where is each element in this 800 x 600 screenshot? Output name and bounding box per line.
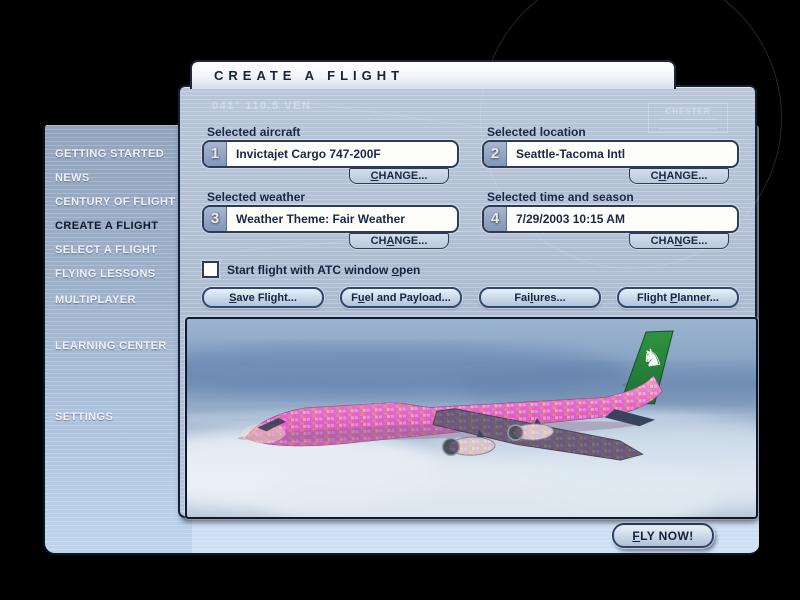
time-season-change-button[interactable]: CHANGE...	[629, 233, 729, 249]
content-panel: 041° 110.5 VEN CHESTER Selected aircraft…	[178, 0, 782, 519]
chart-texture-vor-label: 041° 110.5 VEN	[212, 100, 312, 112]
sidebar-item-multiplayer[interactable]: MULTIPLAYER	[55, 294, 136, 306]
sidebar-item-settings[interactable]: SETTINGS	[55, 411, 113, 423]
failures-button[interactable]: Failures...	[479, 287, 601, 308]
sidebar-item-news[interactable]: NEWS	[55, 172, 90, 184]
aircraft-field: 1 Invictajet Cargo 747-200F	[202, 140, 459, 168]
time-season-label: Selected time and season	[487, 190, 634, 204]
sidebar-item-getting-started[interactable]: GETTING STARTED	[55, 148, 164, 160]
flight-planner-button[interactable]: Flight Planner...	[617, 287, 739, 308]
aircraft-preview-image: ♞	[187, 319, 756, 517]
sidebar-item-create-a-flight[interactable]: CREATE A FLIGHT	[55, 220, 158, 232]
location-field: 2 Seattle-Tacoma Intl	[482, 140, 739, 168]
location-label: Selected location	[487, 125, 586, 139]
sidebar-item-select-a-flight[interactable]: SELECT A FLIGHT	[55, 244, 157, 256]
save-flight-button[interactable]: Save Flight...	[202, 287, 324, 308]
step-4-badge: 4	[484, 207, 507, 231]
step-1-badge: 1	[204, 142, 227, 166]
time-season-field: 4 7/29/2003 10:15 AM	[482, 205, 739, 233]
location-value: Seattle-Tacoma Intl	[516, 147, 626, 161]
fuel-and-payload-button[interactable]: Fuel and Payload...	[340, 287, 462, 308]
svg-text:♞: ♞	[640, 342, 665, 373]
sidebar: GETTING STARTED NEWS CENTURY OF FLIGHT C…	[45, 125, 192, 553]
step-2-badge: 2	[484, 142, 507, 166]
atc-checkbox[interactable]	[202, 261, 219, 278]
sidebar-item-century-of-flight[interactable]: CENTURY OF FLIGHT	[55, 196, 175, 208]
atc-checkbox-label[interactable]: Start flight with ATC window open	[227, 263, 420, 277]
atc-option-row: Start flight with ATC window open	[202, 261, 420, 278]
aircraft-label: Selected aircraft	[207, 125, 301, 139]
screen: GETTING STARTED NEWS CENTURY OF FLIGHT C…	[0, 0, 800, 600]
step-3-badge: 3	[204, 207, 227, 231]
page-title: CREATE A FLIGHT	[214, 68, 405, 83]
fly-now-button[interactable]: FLY NOW!	[612, 523, 714, 548]
weather-value: Weather Theme: Fair Weather	[236, 212, 405, 226]
chart-texture-navaid-box: CHESTER	[648, 103, 728, 133]
aircraft-value: Invictajet Cargo 747-200F	[236, 147, 381, 161]
weather-field: 3 Weather Theme: Fair Weather	[202, 205, 459, 233]
sidebar-item-flying-lessons[interactable]: FLYING LESSONS	[55, 268, 156, 280]
time-season-value: 7/29/2003 10:15 AM	[516, 212, 625, 226]
aircraft-change-button[interactable]: CHANGE...	[349, 168, 449, 184]
sidebar-item-learning-center[interactable]: LEARNING CENTER	[55, 340, 167, 352]
page-title-tab: CREATE A FLIGHT	[190, 60, 676, 89]
weather-change-button[interactable]: CHANGE...	[349, 233, 449, 249]
location-change-button[interactable]: CHANGE...	[629, 168, 729, 184]
aircraft-preview: ♞	[185, 317, 758, 519]
weather-label: Selected weather	[207, 190, 306, 204]
